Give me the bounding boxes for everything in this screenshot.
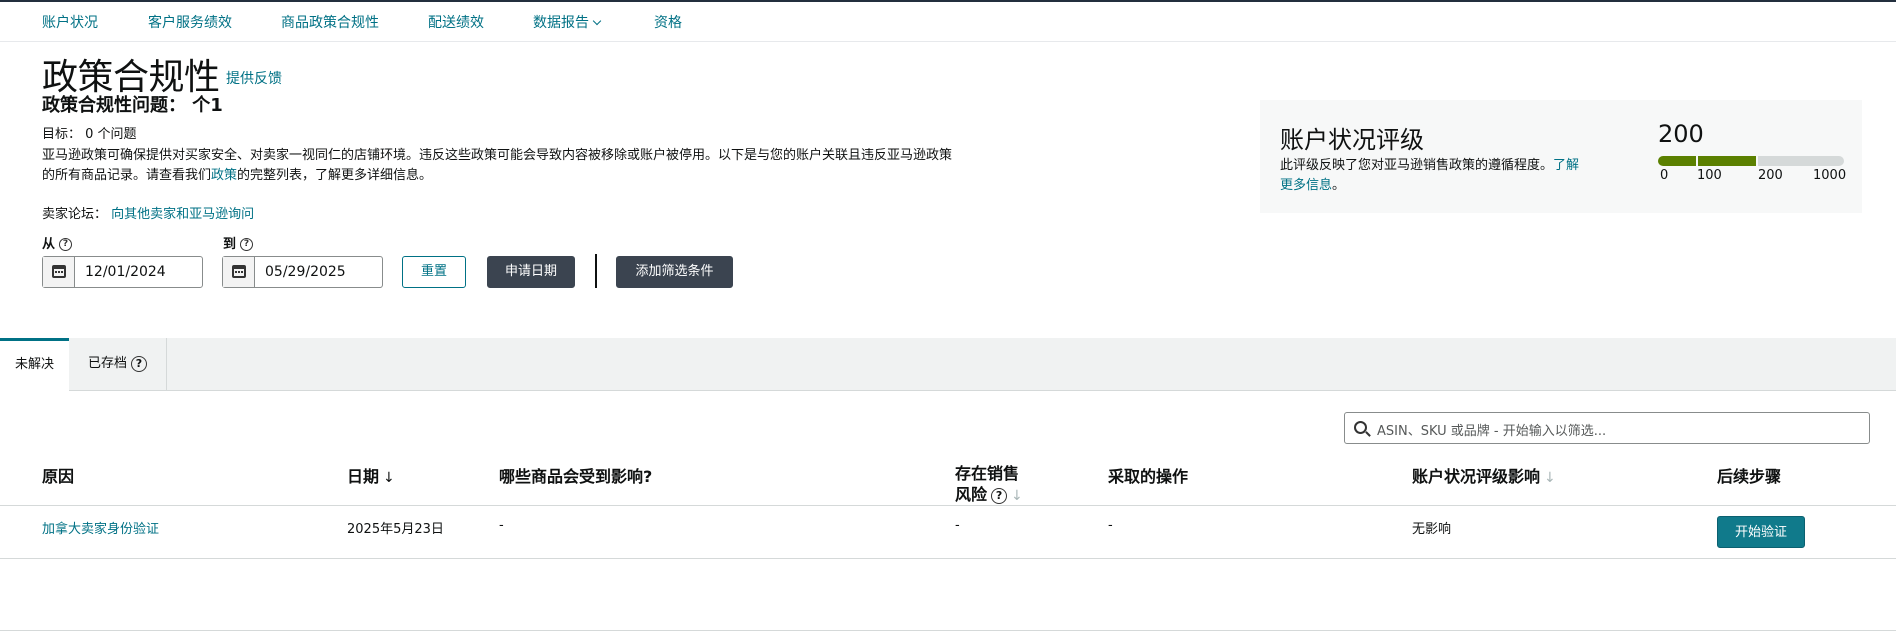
seller-forum-line: 卖家论坛： 向其他卖家和亚马逊询问 (42, 203, 254, 222)
nav-policy-compliance[interactable]: 商品政策合规性 (281, 12, 379, 32)
row-reason-link[interactable]: 加拿大卖家身份验证 (42, 518, 159, 537)
target-label: 目标： (42, 127, 82, 142)
header-risk-line2: 风险 (955, 485, 988, 504)
issues-count: 个1 (192, 95, 223, 116)
add-filter-button[interactable]: 添加筛选条件 (616, 256, 733, 288)
issues-summary: 政策合规性问题： 个1 (42, 91, 223, 117)
feedback-link[interactable]: 提供反馈 (226, 68, 282, 88)
header-affected: 哪些商品会受到影响? (499, 467, 653, 486)
policy-link[interactable]: 政策 (211, 168, 237, 183)
row-risk: - (955, 518, 960, 533)
row-divider (0, 505, 1896, 506)
row-divider (0, 558, 1896, 559)
header-date[interactable]: 日期 ↓ (347, 463, 395, 487)
forum-label: 卖家论坛： (42, 207, 108, 222)
header-reason: 原因 (42, 467, 75, 486)
table-bottom-border (0, 630, 1896, 631)
nav-data-reports[interactable]: 数据报告 (533, 12, 602, 32)
help-icon[interactable]: ? (991, 487, 1008, 504)
health-score: 200 (1658, 120, 1704, 148)
nav-account-health[interactable]: 账户状况 (42, 12, 98, 32)
target-value: 0 个问题 (85, 127, 137, 142)
desc-text-2: 的完整列表，了解更多详细信息。 (237, 168, 433, 183)
chevron-down-icon (592, 16, 602, 26)
calendar-icon[interactable] (43, 257, 75, 287)
from-date-field[interactable]: 12/01/2024 (42, 256, 203, 288)
tab-archived[interactable]: 已存档? (69, 338, 167, 391)
reset-button[interactable]: 重置 (402, 256, 466, 288)
to-label-wrap: 到? (223, 233, 254, 252)
scale-tick: 200 (1758, 168, 1783, 183)
health-card-title: 账户状况评级 (1280, 126, 1424, 154)
sort-arrow-icon[interactable]: ↓ (1011, 488, 1023, 504)
search-icon (1354, 421, 1367, 434)
sort-arrow-icon[interactable]: ↓ (383, 470, 395, 486)
from-label-wrap: 从? (42, 233, 73, 252)
row-affected: - (499, 518, 504, 533)
health-bar-segment-2 (1698, 156, 1756, 166)
header-next-steps: 后续步骤 (1717, 467, 1782, 486)
row-impact: 无影响 (1412, 522, 1452, 537)
scale-tick: 1000 (1813, 168, 1847, 183)
tab-unresolved[interactable]: 未解决 (0, 338, 69, 392)
health-desc-text: 此评级反映了您对亚马逊销售政策的遵循程度。 (1280, 158, 1554, 173)
nav-eligibility[interactable]: 资格 (654, 12, 682, 32)
divider (595, 254, 597, 288)
apply-date-button[interactable]: 申请日期 (487, 256, 575, 288)
top-nav: 账户状况 客户服务绩效 商品政策合规性 配送绩效 数据报告 资格 (0, 0, 1896, 42)
health-card-description: 此评级反映了您对亚马逊销售政策的遵循程度。了解更多信息。 (1280, 156, 1580, 196)
tab-bar: 未解决 已存档? (0, 338, 1896, 392)
to-label: 到 (223, 237, 237, 252)
search-input[interactable]: ASIN、SKU 或品牌 - 开始输入以筛选... (1344, 412, 1870, 444)
health-desc-end: 。 (1332, 178, 1346, 193)
help-icon[interactable]: ? (131, 355, 147, 372)
tab-archived-label: 已存档 (87, 356, 127, 371)
to-date-field[interactable]: 05/29/2025 (222, 256, 383, 288)
nav-customer-service[interactable]: 客户服务绩效 (148, 12, 232, 32)
nav-data-reports-label: 数据报告 (533, 15, 589, 31)
issues-label: 政策合规性问题： (42, 95, 186, 116)
sort-arrow-icon[interactable]: ↓ (1544, 470, 1556, 486)
start-verification-button[interactable]: 开始验证 (1717, 516, 1805, 548)
header-risk[interactable]: 存在销售 风险? ↓ (955, 463, 1023, 507)
policy-description: 亚马逊政策可确保提供对买家安全、对卖家一视同仁的店铺环境。违反这些政策可能会导致… (42, 146, 962, 186)
forum-link[interactable]: 向其他卖家和亚马逊询问 (111, 207, 254, 222)
header-impact-label: 账户状况评级影响 (1412, 467, 1541, 486)
header-date-label: 日期 (347, 467, 380, 486)
desc-text-1: 亚马逊政策可确保提供对买家安全、对卖家一视同仁的店铺环境。违反这些政策可能会导致… (42, 148, 953, 183)
target-line: 目标： 0 个问题 (42, 123, 137, 142)
from-label: 从 (42, 237, 56, 252)
help-icon[interactable]: ? (59, 238, 73, 251)
header-action: 采取的操作 (1108, 467, 1189, 486)
header-impact[interactable]: 账户状况评级影响 ↓ (1412, 463, 1556, 487)
account-health-card: 账户状况评级 此评级反映了您对亚马逊销售政策的遵循程度。了解更多信息。 200 … (1260, 100, 1862, 213)
scale-tick: 0 (1660, 168, 1669, 183)
row-date: 2025年5月23日 (347, 522, 444, 537)
health-bar-segment-3 (1758, 156, 1844, 166)
search-placeholder: ASIN、SKU 或品牌 - 开始输入以筛选... (1377, 424, 1607, 439)
header-risk-line2-wrap: 风险? ↓ (955, 484, 1023, 507)
health-bar-segment-1 (1658, 156, 1696, 166)
help-icon[interactable]: ? (240, 238, 254, 251)
calendar-icon[interactable] (223, 257, 255, 287)
scale-tick: 100 (1697, 168, 1722, 183)
to-date-value: 05/29/2025 (265, 264, 346, 280)
header-risk-line1: 存在销售 (955, 464, 1020, 483)
from-date-value: 12/01/2024 (85, 264, 166, 280)
nav-shipping-performance[interactable]: 配送绩效 (428, 12, 484, 32)
row-action: - (1108, 518, 1113, 533)
